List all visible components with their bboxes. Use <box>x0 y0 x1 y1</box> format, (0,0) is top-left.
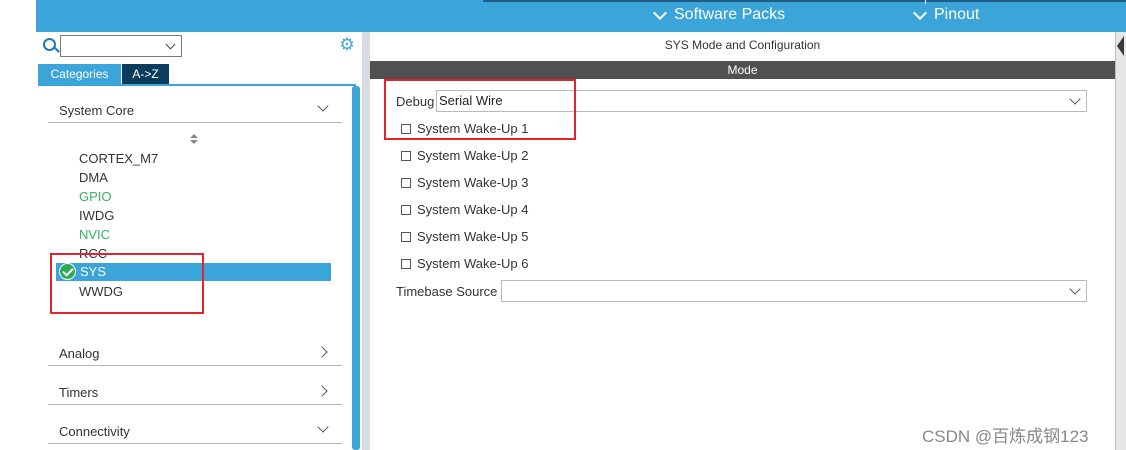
wakeup-label: System Wake-Up 2 <box>417 148 529 163</box>
chevron-down-icon[interactable] <box>1069 93 1081 105</box>
category-analog[interactable]: Analog <box>59 346 99 361</box>
timebase-source-select[interactable] <box>501 280 1087 302</box>
wakeup-label: System Wake-Up 6 <box>417 256 529 271</box>
software-packs-menu[interactable]: Software Packs <box>652 5 786 24</box>
tab-a-to-z[interactable]: A->Z <box>122 64 169 84</box>
chevron-down-icon[interactable] <box>1069 283 1081 295</box>
category-connectivity[interactable]: Connectivity <box>59 424 130 439</box>
toolbar-separator <box>925 0 926 4</box>
checkbox[interactable] <box>401 231 411 242</box>
list-item-gpio[interactable]: GPIO <box>79 189 112 204</box>
software-packs-label: Software Packs <box>674 6 786 23</box>
list-item-iwdg[interactable]: IWDG <box>79 208 114 223</box>
pinout-menu[interactable]: Pinout <box>912 5 980 24</box>
sidebar-scrollbar[interactable] <box>352 86 360 450</box>
wakeup-5-checkbox-row[interactable]: System Wake-Up 5 <box>401 229 529 244</box>
category-divider <box>48 443 342 444</box>
toolbar-accent-line <box>483 0 1126 2</box>
category-divider <box>48 122 342 123</box>
wakeup-2-checkbox-row[interactable]: System Wake-Up 2 <box>401 148 529 163</box>
page-title: SYS Mode and Configuration <box>664 38 821 52</box>
highlight-box-sys <box>50 253 204 314</box>
right-panel-edge <box>1115 32 1126 450</box>
wakeup-label: System Wake-Up 4 <box>417 202 529 217</box>
search-combo[interactable] <box>60 35 182 57</box>
wakeup-3-checkbox-row[interactable]: System Wake-Up 3 <box>401 175 529 190</box>
category-divider <box>48 365 342 366</box>
wakeup-6-checkbox-row[interactable]: System Wake-Up 6 <box>401 256 529 271</box>
checkbox[interactable] <box>401 258 411 269</box>
wakeup-label: System Wake-Up 3 <box>417 175 529 190</box>
chevron-down-icon <box>912 5 928 20</box>
chevron-down-icon[interactable] <box>165 39 176 50</box>
list-item-cortex-m7[interactable]: CORTEX_M7 <box>79 151 158 166</box>
category-system-core[interactable]: System Core <box>59 103 134 118</box>
wakeup-label: System Wake-Up 5 <box>417 229 529 244</box>
list-item-dma[interactable]: DMA <box>79 170 108 185</box>
sort-down-icon[interactable] <box>190 140 198 144</box>
tabs-underline <box>38 84 356 86</box>
checkbox[interactable] <box>401 204 411 215</box>
timebase-source-label: Timebase Source <box>396 284 498 299</box>
watermark: CSDN @百炼成钢123 <box>922 427 1089 446</box>
list-item-nvic[interactable]: NVIC <box>79 227 110 242</box>
gear-icon[interactable]: ⚙ <box>339 36 355 53</box>
category-timers[interactable]: Timers <box>59 385 98 400</box>
pinout-label: Pinout <box>934 6 980 23</box>
window-left-edge <box>22 0 37 450</box>
mode-section-header: Mode <box>370 61 1115 79</box>
checkbox[interactable] <box>401 177 411 188</box>
sort-up-icon[interactable] <box>190 134 198 138</box>
category-divider <box>48 404 342 405</box>
highlight-box-debug <box>384 79 576 140</box>
checkbox[interactable] <box>401 150 411 161</box>
chevron-down-icon <box>652 5 668 20</box>
wakeup-4-checkbox-row[interactable]: System Wake-Up 4 <box>401 202 529 217</box>
collapse-arrow-icon[interactable] <box>1117 36 1124 56</box>
panel-splitter[interactable] <box>362 32 370 450</box>
search-icon <box>43 38 56 51</box>
tab-categories[interactable]: Categories <box>38 64 121 84</box>
